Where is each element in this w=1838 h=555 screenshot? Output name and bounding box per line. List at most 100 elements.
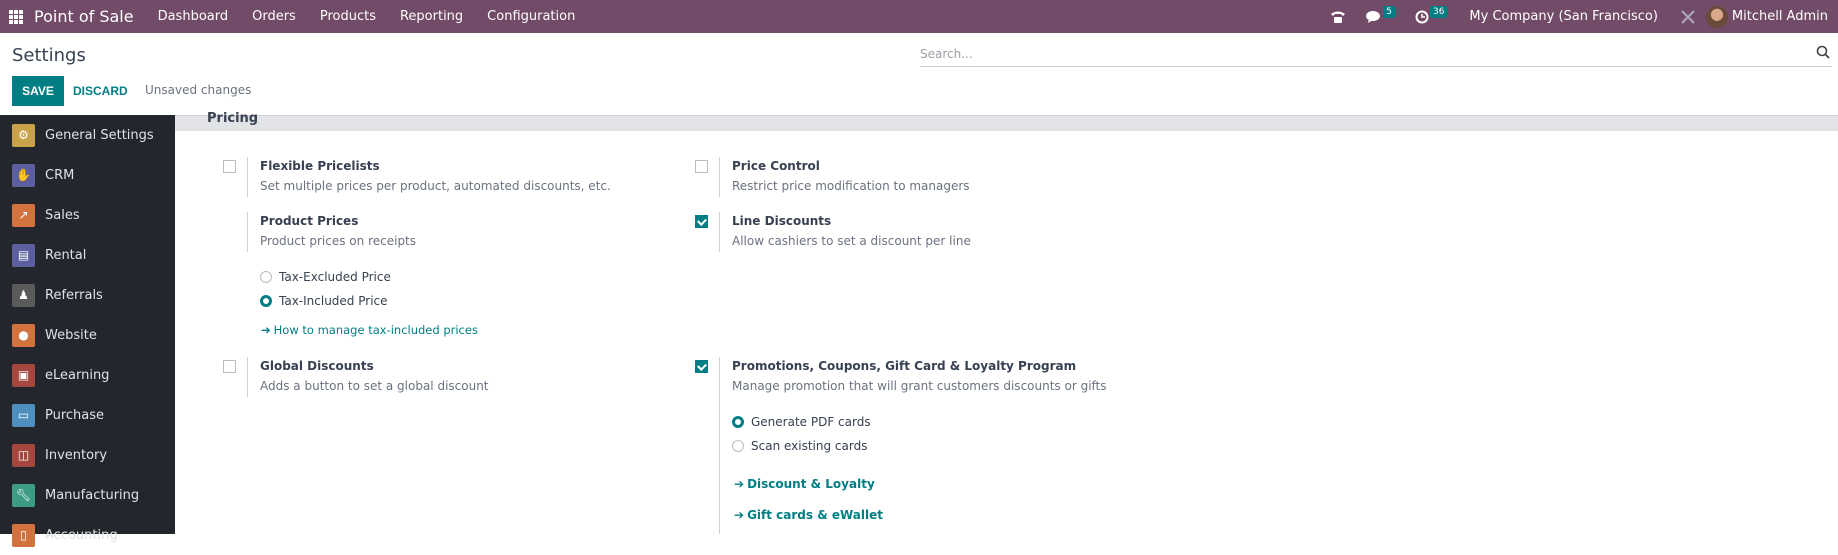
presentation-icon: ▣ xyxy=(12,363,35,387)
menu-configuration[interactable]: Configuration xyxy=(475,9,587,24)
sidebar-item-website[interactable]: ● Website xyxy=(0,315,175,355)
generate-pdf-cards-radio[interactable]: Generate PDF cards xyxy=(732,415,871,429)
box-icon: ◫ xyxy=(12,443,35,467)
menu-dashboard[interactable]: Dashboard xyxy=(146,9,241,24)
sidebar-item-elearning[interactable]: ▣ eLearning xyxy=(0,355,175,395)
section-header: Pricing xyxy=(175,111,1838,131)
card-icon: ▭ xyxy=(12,403,35,427)
tax-excluded-price-radio[interactable]: Tax-Excluded Price xyxy=(260,270,391,284)
control-panel: Settings SAVE DISCARD Unsaved changes xyxy=(0,33,1838,115)
arrow-right-icon: ➔ xyxy=(734,508,745,522)
discount-loyalty-link[interactable]: ➔ Discount & Loyalty xyxy=(734,477,875,491)
sidebar-item-label: Accounting xyxy=(45,527,118,543)
messages-badge: 5 xyxy=(1383,5,1395,18)
sidebar-item-manufacturing[interactable]: 🔧︎ Manufacturing xyxy=(0,475,175,515)
sidebar-item-label: Manufacturing xyxy=(45,487,140,503)
gift-cards-ewallet-link[interactable]: ➔ Gift cards & eWallet xyxy=(734,508,883,522)
search-bar xyxy=(920,42,1832,67)
people-icon: ♟ xyxy=(12,283,35,307)
top-navbar: Point of Sale Dashboard Orders Products … xyxy=(0,0,1838,33)
clock-icon xyxy=(1415,10,1429,23)
app-name[interactable]: Point of Sale xyxy=(34,7,134,26)
divider xyxy=(719,157,720,197)
promotions-checkbox[interactable] xyxy=(695,360,708,373)
section-title: Pricing xyxy=(207,111,259,126)
tax-included-prices-link[interactable]: ➔ How to manage tax-included prices xyxy=(261,323,478,337)
radio-label: Tax-Excluded Price xyxy=(279,270,391,284)
save-button[interactable]: SAVE xyxy=(12,76,64,106)
sidebar-item-purchase[interactable]: ▭ Purchase xyxy=(0,395,175,435)
sidebar-item-label: Rental xyxy=(45,247,87,263)
apps-menu-icon[interactable] xyxy=(9,9,23,24)
page-title: Settings xyxy=(12,45,86,66)
flexible-pricelists-title: Flexible Pricelists xyxy=(260,159,380,173)
activities-button[interactable]: 36 xyxy=(1405,0,1457,33)
divider xyxy=(247,357,248,397)
user-menu[interactable]: Mitchell Admin xyxy=(1705,5,1838,28)
phone-icon[interactable] xyxy=(1320,0,1356,33)
sidebar-item-crm[interactable]: ✋ CRM xyxy=(0,155,175,195)
link-label: How to manage tax-included prices xyxy=(273,323,478,337)
menu-products[interactable]: Products xyxy=(308,9,388,24)
messages-button[interactable]: 5 xyxy=(1356,0,1405,33)
divider xyxy=(719,357,720,534)
link-label: Discount & Loyalty xyxy=(747,477,875,491)
line-discounts-title: Line Discounts xyxy=(732,214,832,228)
document-icon: ▯ xyxy=(12,523,35,547)
discard-button[interactable]: DISCARD xyxy=(73,76,128,106)
product-prices-desc: Product prices on receipts xyxy=(260,234,417,248)
sidebar-item-sales[interactable]: ↗ Sales xyxy=(0,195,175,235)
activities-badge: 36 xyxy=(1429,5,1448,18)
sidebar-item-label: Inventory xyxy=(45,447,108,463)
wrench-icon: 🔧︎ xyxy=(12,483,35,507)
link-label: Gift cards & eWallet xyxy=(747,508,883,522)
radio-label: Scan existing cards xyxy=(751,439,868,453)
gear-icon: ⚙ xyxy=(12,123,35,147)
arrow-right-icon: ➔ xyxy=(261,323,271,337)
price-control-title: Price Control xyxy=(732,159,820,173)
price-control-desc: Restrict price modification to managers xyxy=(732,179,970,193)
tax-included-price-radio[interactable]: Tax-Included Price xyxy=(260,294,388,308)
search-input[interactable] xyxy=(920,42,1800,66)
menu-orders[interactable]: Orders xyxy=(240,9,308,24)
sidebar-item-rental[interactable]: ▤ Rental xyxy=(0,235,175,275)
scan-existing-cards-radio[interactable]: Scan existing cards xyxy=(732,439,867,453)
chart-icon: ↗ xyxy=(12,203,35,227)
divider xyxy=(719,212,720,252)
flexible-pricelists-desc: Set multiple prices per product, automat… xyxy=(260,179,611,193)
price-control-checkbox[interactable] xyxy=(695,160,708,173)
sidebar-item-label: General Settings xyxy=(45,127,154,143)
sidebar-item-general-settings[interactable]: ⚙ General Settings xyxy=(0,115,175,155)
radio-button[interactable] xyxy=(260,295,272,307)
sidebar-item-label: Website xyxy=(45,327,97,343)
arrow-right-icon: ➔ xyxy=(734,477,745,491)
user-name: Mitchell Admin xyxy=(1731,9,1828,24)
company-switcher[interactable]: My Company (San Francisco) xyxy=(1457,9,1669,24)
menu-reporting[interactable]: Reporting xyxy=(388,9,475,24)
radio-button[interactable] xyxy=(260,271,272,283)
sidebar-item-label: CRM xyxy=(45,167,75,183)
radio-label: Tax-Included Price xyxy=(279,294,388,308)
promotions-desc: Manage promotion that will grant custome… xyxy=(732,379,1107,393)
debug-tools-icon[interactable] xyxy=(1670,0,1706,33)
sidebar-item-label: Referrals xyxy=(45,287,103,303)
divider xyxy=(247,157,248,197)
product-prices-title: Product Prices xyxy=(260,214,359,228)
radio-button[interactable] xyxy=(732,416,744,428)
sidebar-item-referrals[interactable]: ♟ Referrals xyxy=(0,275,175,315)
sidebar-item-label: Purchase xyxy=(45,407,105,423)
handshake-icon: ✋ xyxy=(12,163,35,187)
sidebar-item-accounting[interactable]: ▯ Accounting xyxy=(0,515,175,555)
sidebar-item-inventory[interactable]: ◫ Inventory xyxy=(0,435,175,475)
globe-icon: ● xyxy=(12,323,35,347)
search-icon[interactable] xyxy=(1816,45,1830,59)
calendar-icon: ▤ xyxy=(12,243,35,267)
line-discounts-checkbox[interactable] xyxy=(695,215,708,228)
flexible-pricelists-checkbox[interactable] xyxy=(223,160,236,173)
divider xyxy=(247,212,248,252)
line-discounts-desc: Allow cashiers to set a discount per lin… xyxy=(732,234,971,248)
global-discounts-checkbox[interactable] xyxy=(223,360,236,373)
radio-button[interactable] xyxy=(732,440,744,452)
sidebar-item-label: eLearning xyxy=(45,367,110,383)
sidebar-item-label: Sales xyxy=(45,207,80,223)
